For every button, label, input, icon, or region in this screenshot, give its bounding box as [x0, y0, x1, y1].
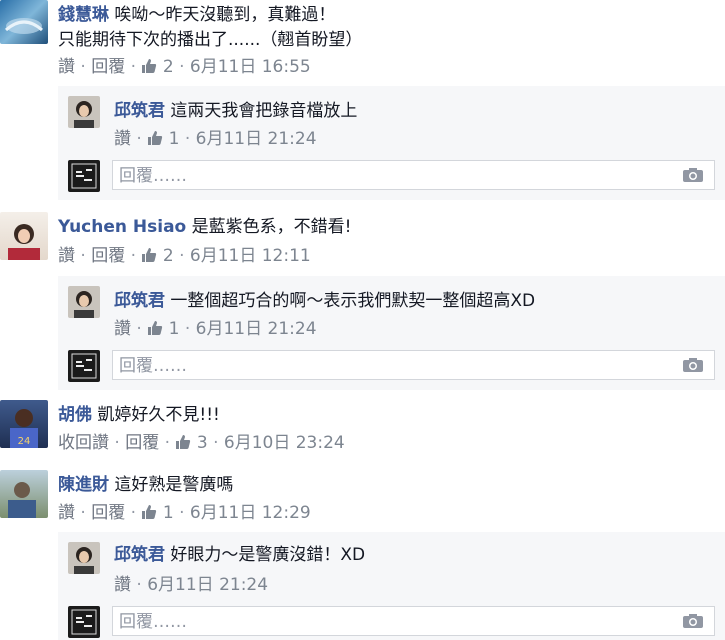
reply-placeholder: 回覆……: [119, 166, 187, 186]
camera-icon[interactable]: [682, 167, 704, 188]
avatar-photo: 24: [10, 409, 38, 448]
reply-placeholder: 回覆……: [119, 612, 187, 632]
thumbs-up-icon[interactable]: [141, 504, 157, 526]
avatar-photo: [74, 291, 94, 318]
avatar-photo: [5, 18, 43, 34]
reply-meta: 讚 · 1 · 6月11日 21:24: [114, 128, 317, 152]
comment-text: 凱婷好久不見!!!: [97, 405, 220, 425]
like-link[interactable]: 讚: [58, 503, 75, 523]
reply-body: 邱筑君 這兩天我會把錄音檔放上: [114, 100, 357, 122]
like-link[interactable]: 讚: [114, 319, 131, 339]
reply-thread: 邱筑君 這兩天我會把錄音檔放上 讚 · 1 · 6月11日 21:24 回覆……: [58, 86, 725, 200]
comment-meta: 收回讚 · 回覆 · 3 · 6月10日 23:24: [58, 432, 345, 456]
reply-meta: 讚 · 6月11日 21:24: [114, 575, 269, 595]
comment-text: 這好熟是警廣嗎: [114, 475, 234, 495]
avatar[interactable]: [68, 542, 100, 574]
reply-text: 好眼力～是警廣沒錯！XD: [170, 545, 366, 565]
comment-meta: 讚 · 回覆 · 1 · 6月11日 12:29: [58, 502, 311, 526]
avatar-photo: [71, 609, 97, 635]
comment-meta: 讚 · 回覆 · 2 · 6月11日 12:11: [58, 245, 311, 269]
reply-text: 一整個超巧合的啊～表示我們默契一整個超高XD: [170, 291, 536, 311]
author-name[interactable]: Yuchen Hsiao: [58, 217, 186, 237]
comment-text-line2: 只能期待下次的播出了......（翹首盼望）: [58, 30, 363, 50]
thumbs-up-icon[interactable]: [141, 58, 157, 80]
like-link[interactable]: 讚: [114, 575, 131, 595]
reply-link[interactable]: 回覆: [91, 246, 125, 266]
reply-input[interactable]: 回覆……: [112, 606, 715, 636]
camera-icon[interactable]: [682, 613, 704, 634]
avatar[interactable]: 24: [0, 400, 48, 448]
like-link[interactable]: 讚: [58, 57, 75, 77]
thumbs-up-icon[interactable]: [147, 320, 163, 342]
my-avatar: [68, 606, 100, 638]
timestamp[interactable]: 6月11日 12:29: [190, 503, 311, 523]
reply-link[interactable]: 回覆: [125, 433, 159, 453]
reply-text: 這兩天我會把錄音檔放上: [170, 101, 358, 121]
unlike-link[interactable]: 收回讚: [58, 433, 109, 453]
like-count[interactable]: 1: [169, 129, 180, 149]
avatar[interactable]: [68, 286, 100, 318]
reply-body: 邱筑君 好眼力～是警廣沒錯！XD: [114, 544, 365, 566]
comment-body: Yuchen Hsiao 是藍紫色系，不錯看!: [58, 216, 351, 238]
timestamp[interactable]: 6月11日 16:55: [190, 57, 311, 77]
comment-1: 錢慧琳 唉呦～昨天沒聽到，真難過！ 只能期待下次的播出了......（翹首盼望）…: [0, 0, 725, 200]
reply-input[interactable]: 回覆……: [112, 160, 715, 190]
timestamp[interactable]: 6月11日 21:24: [196, 129, 317, 149]
avatar[interactable]: [68, 96, 100, 128]
like-count[interactable]: 1: [163, 503, 174, 523]
comment-body: 胡佛 凱婷好久不見!!!: [58, 404, 220, 426]
avatar-photo: [74, 101, 94, 128]
comment-text: 是藍紫色系，不錯看!: [191, 217, 352, 237]
author-name[interactable]: 陳進財: [58, 475, 109, 495]
like-link[interactable]: 讚: [114, 129, 131, 149]
thumbs-up-icon[interactable]: [141, 247, 157, 269]
comment-body: 陳進財 這好熟是警廣嗎: [58, 474, 233, 496]
reply-placeholder: 回覆……: [119, 356, 187, 376]
avatar-photo: [71, 163, 97, 189]
timestamp[interactable]: 6月10日 23:24: [224, 433, 345, 453]
like-count[interactable]: 3: [197, 433, 208, 453]
author-name[interactable]: 邱筑君: [114, 291, 165, 311]
comment-2: Yuchen Hsiao 是藍紫色系，不錯看! 讚 · 回覆 · 2 · 6月1…: [0, 212, 725, 390]
author-name[interactable]: 邱筑君: [114, 545, 165, 565]
reply-input[interactable]: 回覆……: [112, 350, 715, 380]
reply-thread: 邱筑君 好眼力～是警廣沒錯！XD 讚 · 6月11日 21:24 回覆……: [58, 532, 725, 640]
like-count[interactable]: 1: [169, 319, 180, 339]
comment-body: 錢慧琳 唉呦～昨天沒聽到，真難過！: [58, 4, 335, 26]
author-name[interactable]: 胡佛: [58, 405, 92, 425]
thumbs-up-icon[interactable]: [175, 434, 191, 456]
reply-meta: 讚 · 1 · 6月11日 21:24: [114, 318, 317, 342]
avatar[interactable]: [0, 212, 48, 260]
my-avatar: [68, 350, 100, 382]
like-count[interactable]: 2: [163, 57, 174, 77]
timestamp[interactable]: 6月11日 21:24: [147, 575, 268, 595]
reply-body: 邱筑君 一整個超巧合的啊～表示我們默契一整個超高XD: [114, 290, 535, 312]
reply-link[interactable]: 回覆: [91, 57, 125, 77]
avatar-photo: [74, 547, 94, 574]
reply-link[interactable]: 回覆: [91, 503, 125, 523]
like-count[interactable]: 2: [163, 246, 174, 266]
comment-3: 24 胡佛 凱婷好久不見!!! 收回讚 · 回覆 · 3 · 6月10日 23:…: [0, 400, 725, 462]
my-avatar: [68, 160, 100, 192]
reply-thread: 邱筑君 一整個超巧合的啊～表示我們默契一整個超高XD 讚 · 1 · 6月11日…: [58, 276, 725, 390]
camera-icon[interactable]: [682, 357, 704, 378]
avatar-photo: [8, 482, 36, 518]
avatar[interactable]: [0, 0, 48, 44]
author-name[interactable]: 錢慧琳: [58, 5, 109, 25]
timestamp[interactable]: 6月11日 21:24: [196, 319, 317, 339]
like-link[interactable]: 讚: [58, 246, 75, 266]
avatar-photo: [71, 353, 97, 379]
comment-meta: 讚 · 回覆 · 2 · 6月11日 16:55: [58, 56, 311, 80]
thumbs-up-icon[interactable]: [147, 130, 163, 152]
avatar-photo: [8, 224, 40, 260]
author-name[interactable]: 邱筑君: [114, 101, 165, 121]
timestamp[interactable]: 6月11日 12:11: [190, 246, 311, 266]
comment-text: 唉呦～昨天沒聽到，真難過！: [114, 5, 336, 25]
svg-text:24: 24: [18, 436, 31, 447]
comment-4: 陳進財 這好熟是警廣嗎 讚 · 回覆 · 1 · 6月11日 12:29 邱筑君…: [0, 470, 725, 640]
avatar[interactable]: [0, 470, 48, 518]
